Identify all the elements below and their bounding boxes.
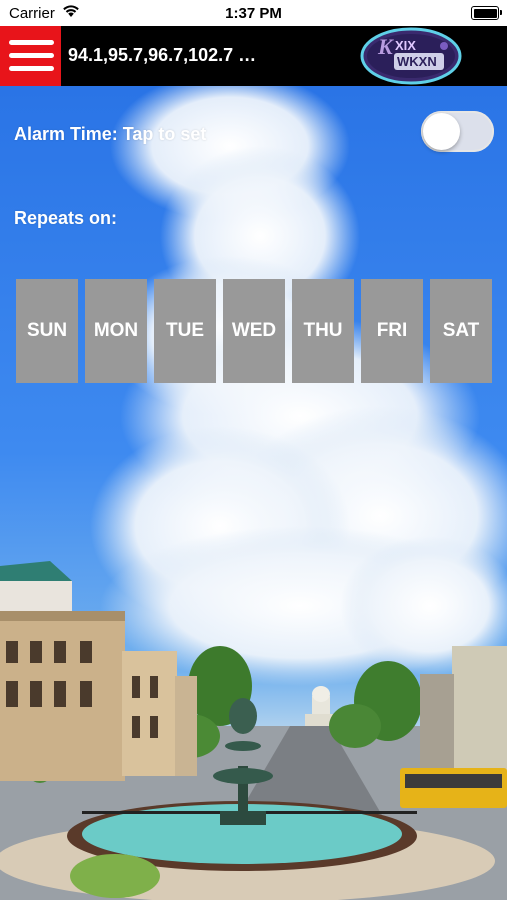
status-bar: Carrier 1:37 PM xyxy=(0,0,507,26)
station-list-title: 94.1,95.7,96.7,102.7 … xyxy=(68,45,257,65)
battery-icon xyxy=(471,6,502,20)
hamburger-menu-icon xyxy=(9,53,54,58)
day-button-mon[interactable]: MON xyxy=(85,279,147,383)
alarm-screen: Alarm Time: Tap to set Repeats on: SUN M… xyxy=(0,86,507,900)
day-button-tue[interactable]: TUE xyxy=(154,279,216,383)
nav-bar: 94.1,95.7,96.7,102.7 … K XIX WKXN xyxy=(0,26,507,86)
station-logo: K XIX WKXN xyxy=(360,27,462,85)
menu-button[interactable] xyxy=(0,26,61,86)
day-button-sat[interactable]: SAT xyxy=(430,279,492,383)
hamburger-menu-icon xyxy=(9,40,54,45)
day-button-fri[interactable]: FRI xyxy=(361,279,423,383)
toggle-knob xyxy=(423,113,460,150)
day-button-thu[interactable]: THU xyxy=(292,279,354,383)
svg-text:XIX: XIX xyxy=(395,38,416,53)
repeats-label: Repeats on: xyxy=(14,208,118,228)
svg-text:WKXN: WKXN xyxy=(397,54,437,69)
day-button-wed[interactable]: WED xyxy=(223,279,285,383)
svg-text:K: K xyxy=(377,34,394,59)
alarm-time-label[interactable]: Alarm Time: Tap to set xyxy=(14,124,206,145)
status-time: 1:37 PM xyxy=(225,5,282,22)
alarm-toggle[interactable] xyxy=(421,111,494,152)
day-button-sun[interactable]: SUN xyxy=(16,279,78,383)
hamburger-menu-icon xyxy=(9,66,54,71)
